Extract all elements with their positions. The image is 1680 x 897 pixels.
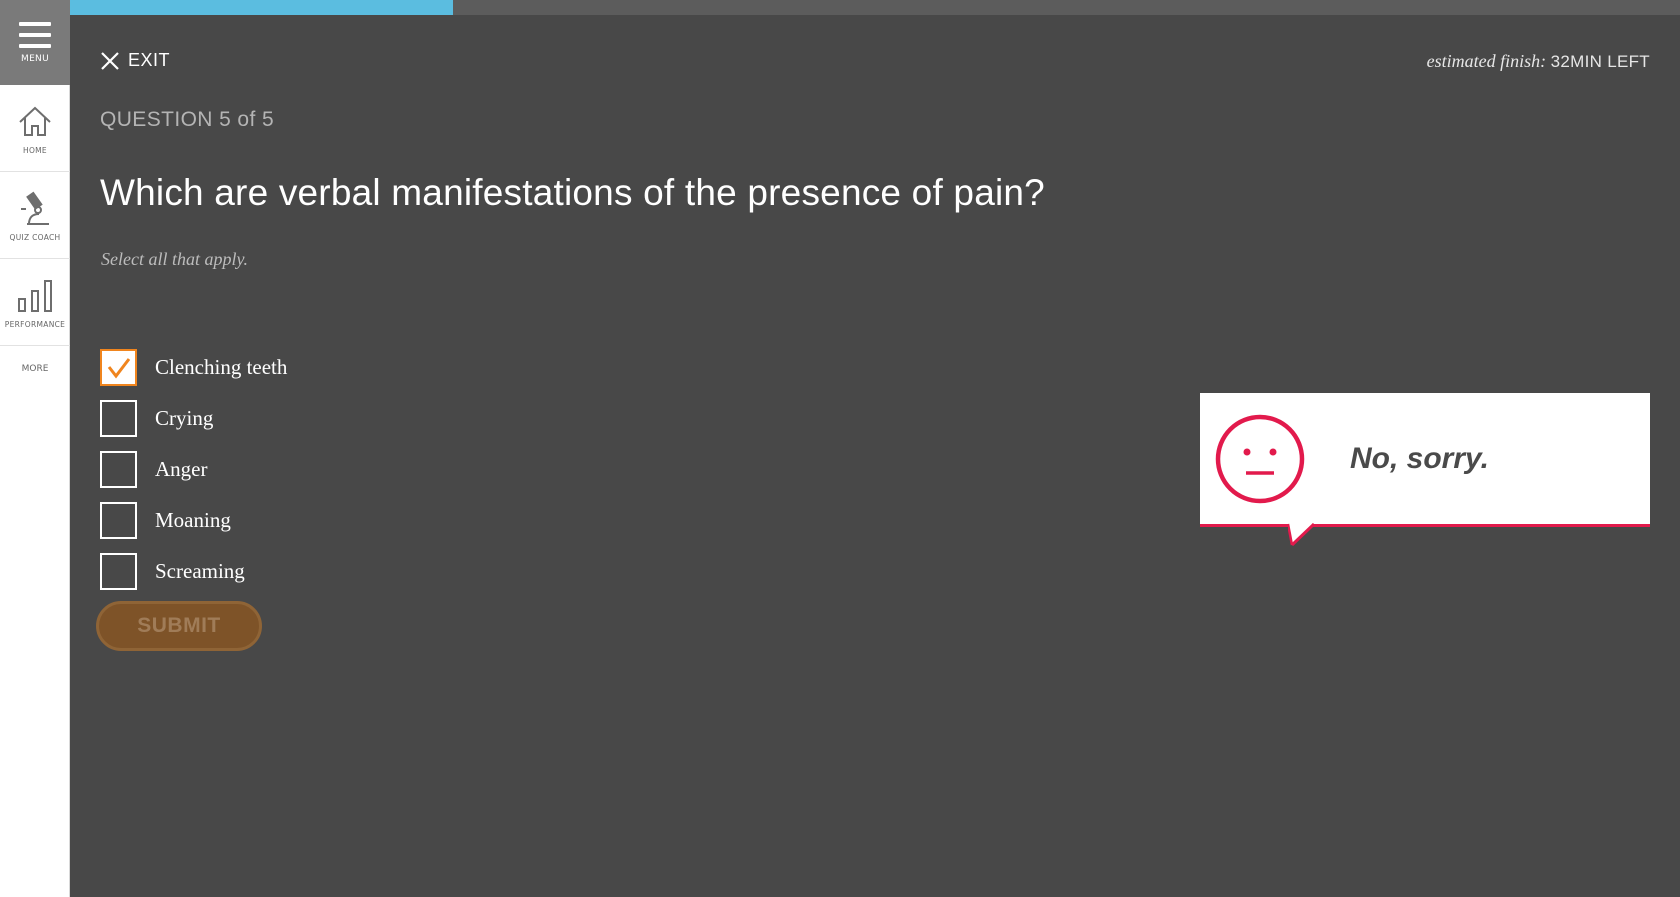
feedback-bubble: No, sorry. [1200,393,1650,547]
sidebar-item-more[interactable]: MORE [0,346,70,392]
sidebar-item-quiz-coach[interactable]: QUIZ COACH [0,172,70,259]
sidebar-item-label: PERFORMANCE [4,319,66,329]
option-label: Moaning [155,508,231,532]
exit-label: EXIT [128,50,171,70]
option-label: Screaming [155,559,245,583]
neutral-face-icon [1215,414,1305,503]
estimated-finish-value: 32MIN LEFT [1550,52,1650,71]
question-counter: QUESTION 5 of 5 [100,108,275,131]
estimated-finish: estimated finish: 32MIN LEFT [1427,51,1650,72]
estimated-finish-label: estimated finish: [1426,51,1547,71]
sidebar-item-performance[interactable]: PERFORMANCE [0,259,70,346]
option-clenching-teeth[interactable]: Clenching teeth [100,348,287,387]
option-label: Anger [155,457,208,481]
bar-chart-icon [18,279,52,312]
checkmark-icon [107,357,130,378]
bubble-tail [1288,523,1314,547]
option-label: Clenching teeth [155,355,288,379]
option-anger[interactable]: Anger [100,450,287,489]
checkbox[interactable] [100,502,137,539]
hamburger-icon [19,21,51,48]
option-crying[interactable]: Crying [100,399,287,438]
checkbox[interactable] [100,553,137,590]
home-icon [19,106,51,136]
submit-button[interactable]: SUBMIT [96,601,262,651]
feedback-text: No, sorry. [1350,441,1489,475]
sidebar-item-label: HOME [23,145,47,155]
close-icon [101,51,119,70]
option-moaning[interactable]: Moaning [100,501,287,540]
menu-label: MENU [21,53,49,64]
option-screaming[interactable]: Screaming [100,552,287,591]
question-instruction: Select all that apply. [101,249,248,269]
checkbox[interactable] [100,400,137,437]
microscope-icon [21,191,49,225]
menu-button[interactable]: MENU [0,0,70,85]
checkbox[interactable] [100,349,137,386]
question-text: Which are verbal manifestations of the p… [100,172,1045,213]
checkbox[interactable] [100,451,137,488]
exit-button[interactable]: EXIT [100,50,170,71]
progress-bar [70,0,1680,15]
sidebar-item-label: QUIZ COACH [9,232,61,242]
sidebar-item-home[interactable]: HOME [0,85,70,172]
option-label: Crying [155,406,214,430]
sidebar: MENU HOME QUIZ COACH PERFORMANCE MORE [0,0,70,897]
progress-fill [70,0,454,15]
answer-options: Clenching teeth Crying Anger Moaning Scr… [100,348,287,603]
